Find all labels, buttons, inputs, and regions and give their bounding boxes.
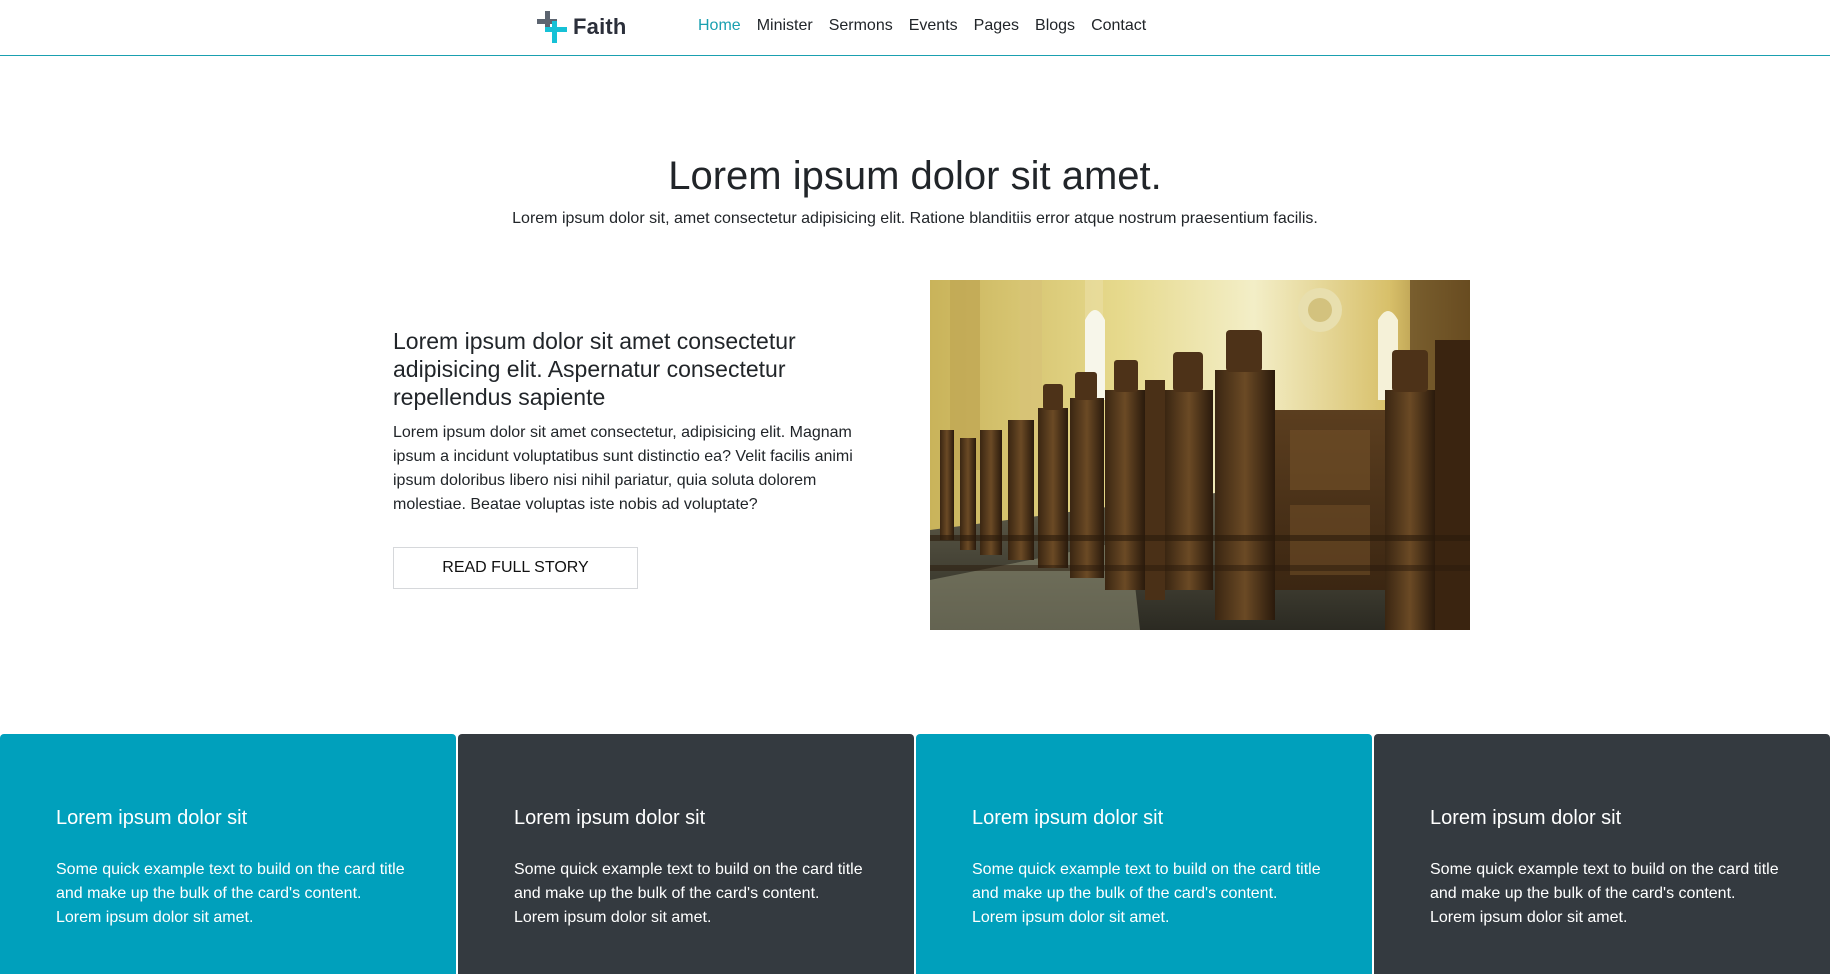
card-text: Some quick example text to build on the … xyxy=(972,861,1321,926)
card-title: Lorem ipsum dolor sit xyxy=(514,807,706,829)
nav-link-contact[interactable]: Contact xyxy=(1091,16,1146,36)
card-title: Lorem ipsum dolor sit xyxy=(1430,807,1622,829)
church-pews-photo xyxy=(930,280,1470,630)
nav-link-blogs[interactable]: Blogs xyxy=(1035,16,1075,36)
nav-link-events[interactable]: Events xyxy=(909,16,958,36)
card-text: Some quick example text to build on the … xyxy=(56,861,405,926)
feature-card-3: Lorem ipsum dolor sit Some quick example… xyxy=(916,734,1372,974)
main-nav: Home Minister Sermons Events Pages Blogs… xyxy=(698,16,1162,36)
card-title: Lorem ipsum dolor sit xyxy=(56,807,248,829)
nav-link-home[interactable]: Home xyxy=(698,16,741,36)
nav-link-minister[interactable]: Minister xyxy=(757,16,813,36)
card-text: Some quick example text to build on the … xyxy=(1430,861,1779,926)
story-text: Lorem ipsum dolor sit amet consectetur, … xyxy=(393,424,853,513)
hero-title: Lorem ipsum dolor sit amet. xyxy=(668,154,1162,198)
feature-card-2: Lorem ipsum dolor sit Some quick example… xyxy=(458,734,914,974)
nav-link-pages[interactable]: Pages xyxy=(974,16,1019,36)
story-section: Lorem ipsum dolor sit amet consectetur a… xyxy=(393,327,863,517)
cross-logo-icon xyxy=(537,11,567,43)
story-heading: Lorem ipsum dolor sit amet consectetur a… xyxy=(393,328,796,410)
brand-name: Faith xyxy=(573,14,627,39)
card-title: Lorem ipsum dolor sit xyxy=(972,807,1164,829)
feature-card-1: Lorem ipsum dolor sit Some quick example… xyxy=(0,734,456,974)
card-text: Some quick example text to build on the … xyxy=(514,861,863,926)
top-navbar: Faith Home Minister Sermons Events Pages… xyxy=(0,0,1830,56)
nav-link-sermons[interactable]: Sermons xyxy=(829,16,893,36)
feature-card-4: Lorem ipsum dolor sit Some quick example… xyxy=(1374,734,1830,974)
read-full-story-button[interactable]: READ FULL STORY xyxy=(393,547,638,589)
hero-lead: Lorem ipsum dolor sit, amet consectetur … xyxy=(512,210,1318,227)
brand-logo-link[interactable]: Faith xyxy=(537,11,627,43)
